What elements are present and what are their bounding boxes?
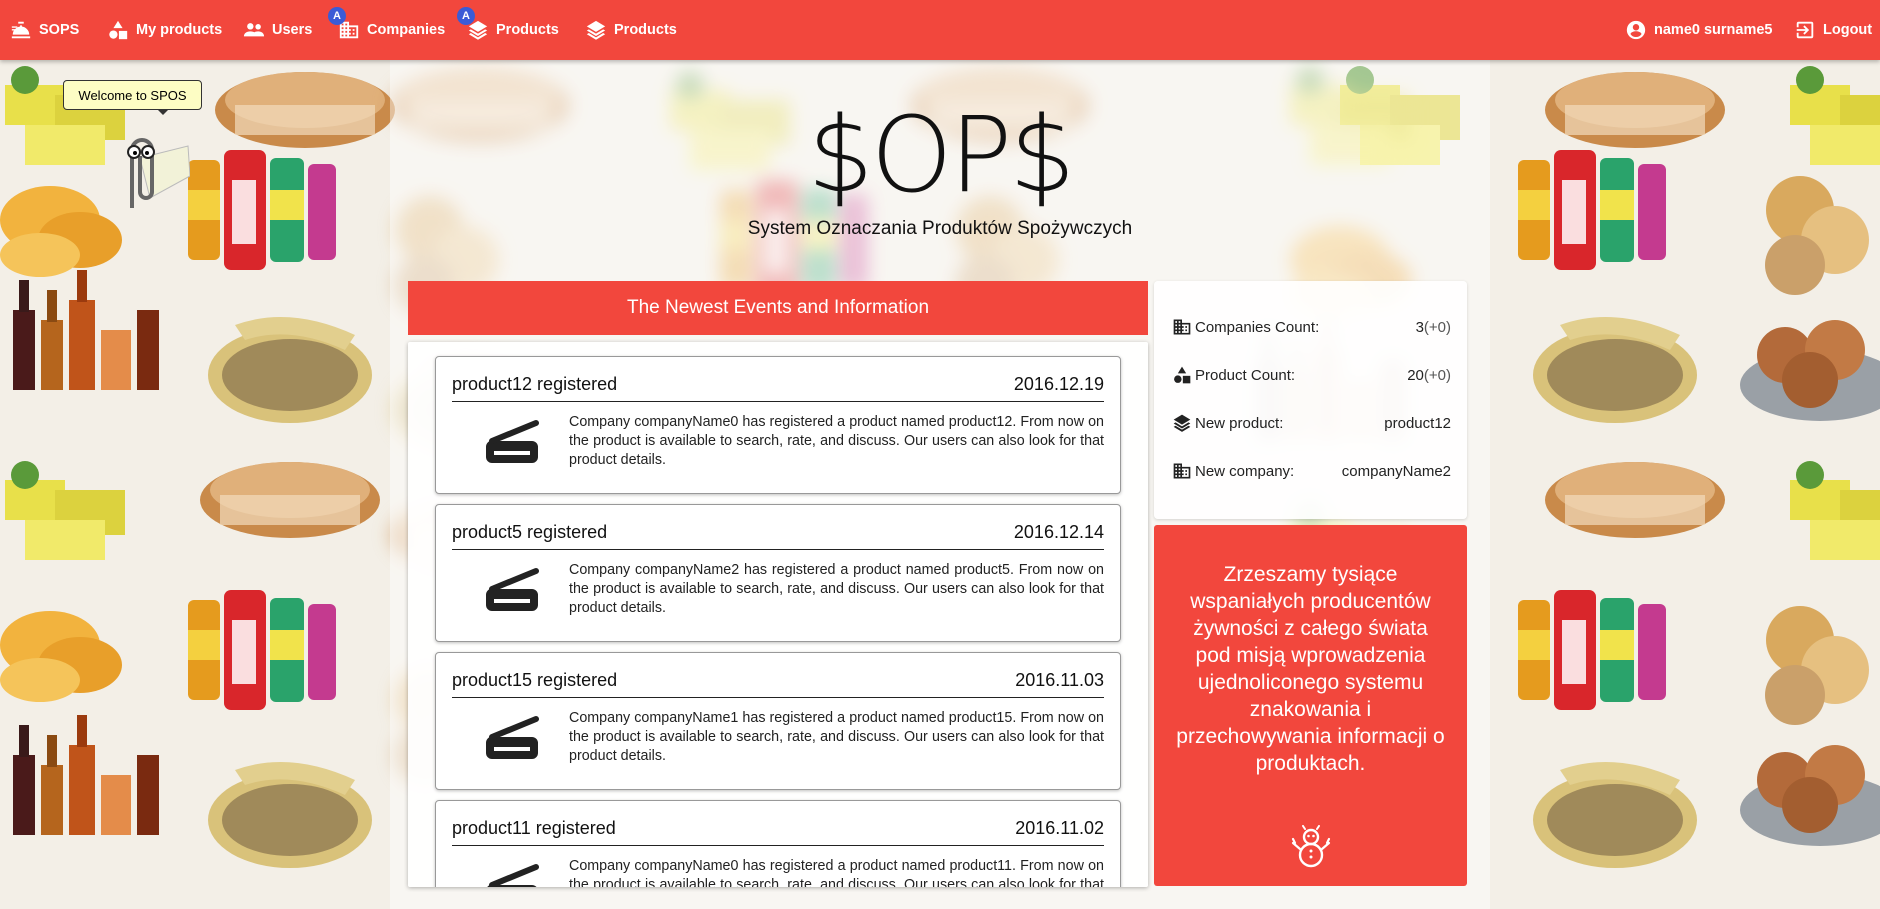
users-icon [243, 23, 265, 37]
event-date: 2016.12.19 [1013, 374, 1104, 394]
page-subtitle: System Oznaczania Produktów Spożywczych [747, 218, 1133, 239]
barcode-scanner-icon [485, 420, 539, 463]
divider [452, 549, 1104, 550]
building-icon [1173, 319, 1191, 335]
event-date: 2016.11.02 [1015, 818, 1104, 838]
event-title: product12 registered [452, 374, 618, 394]
layers-icon [586, 20, 606, 40]
event-card[interactable]: product15 registered 2016.11.03 Company … [435, 652, 1121, 790]
events-header: The Newest Events and Information [408, 281, 1148, 335]
stat-companies-count: Companies Count: 3(+0) [1172, 315, 1451, 339]
event-title: product11 registered [452, 818, 616, 838]
event-card[interactable]: product11 registered 2016.11.02 Company … [435, 800, 1121, 887]
event-text: Company companyName1 has registered a pr… [569, 710, 1104, 764]
divider [452, 401, 1104, 402]
admin-badge: A [328, 7, 346, 25]
nav-users-label: Users [272, 22, 313, 38]
nav-products-admin[interactable]: A Products [457, 7, 559, 45]
stat-value[interactable]: product12 [1384, 415, 1451, 432]
shapes-icon [109, 20, 128, 40]
stat-label: New company: [1195, 462, 1295, 480]
stat-label: Companies Count: [1195, 318, 1320, 336]
stat-new-product: New product: product12 [1172, 411, 1451, 435]
promo-text: Zrzeszamy tysiące wspaniałych producentó… [1176, 563, 1445, 775]
barcode-scanner-icon [485, 716, 539, 759]
event-text: Company companyName0 has registered a pr… [569, 414, 1104, 468]
nav-my-products[interactable]: My products [107, 15, 222, 45]
event-card[interactable]: product5 registered 2016.12.14 Company c… [435, 504, 1121, 642]
snowman-icon [1291, 825, 1331, 868]
account-circle-icon [1626, 20, 1646, 40]
layers-icon [1173, 414, 1191, 432]
event-title: product5 registered [452, 522, 608, 542]
nav-users[interactable]: Users [243, 15, 312, 45]
event-text: Company companyName0 has registered a pr… [569, 858, 1104, 887]
divider [452, 845, 1104, 846]
brand-label: SOPS [39, 22, 80, 38]
event-date: 2016.12.14 [1013, 522, 1104, 542]
paperclip-assistant-icon[interactable] [110, 128, 190, 212]
events-list[interactable]: product12 registered 2016.12.19 Company … [408, 342, 1148, 887]
building-icon [1173, 463, 1191, 479]
stat-label: New product: [1195, 414, 1284, 432]
stat-label: Product Count: [1195, 366, 1296, 384]
stats-panel: Companies Count: 3(+0) Product Count: 20… [1154, 281, 1467, 519]
logout-icon [1796, 21, 1814, 39]
food-tray-icon [11, 21, 31, 39]
assistant-bubble: Welcome to SPOS [63, 80, 202, 115]
stat-value: 20 [1407, 366, 1424, 384]
barcode-scanner-icon [485, 568, 539, 611]
event-date: 2016.11.03 [1015, 670, 1104, 690]
stat-delta: (+0) [1423, 366, 1451, 384]
page-title: $OP$ [807, 94, 1076, 216]
divider [452, 697, 1104, 698]
stat-delta: (+0) [1423, 318, 1451, 336]
nav-products-admin-label: Products [496, 22, 559, 38]
stat-value[interactable]: companyName2 [1342, 463, 1451, 480]
nav-companies-label: Companies [367, 22, 446, 38]
nav-user-profile[interactable]: name0 surname5 [1625, 15, 1772, 45]
nav-brand-sops[interactable]: SOPS [10, 15, 79, 45]
barcode-scanner-icon [487, 864, 539, 887]
logout-label: Logout [1823, 22, 1873, 38]
event-card[interactable]: product12 registered 2016.12.19 Company … [435, 356, 1121, 494]
event-title: product15 registered [452, 670, 618, 690]
nav-products-label: Products [614, 22, 677, 38]
promo-panel: Zrzeszamy tysiące wspaniałych producentó… [1154, 525, 1467, 886]
shapes-icon [1174, 366, 1191, 384]
stat-value: 3 [1415, 318, 1424, 336]
user-name: name0 surname5 [1654, 22, 1773, 38]
event-text: Company companyName2 has registered a pr… [569, 562, 1104, 616]
nav-products[interactable]: Products [585, 15, 677, 45]
stat-new-company: New company: companyName2 [1172, 459, 1451, 483]
nav-companies[interactable]: A Companies [328, 7, 446, 45]
nav-my-products-label: My products [136, 22, 223, 38]
stat-product-count: Product Count: 20(+0) [1172, 363, 1451, 387]
top-navbar: SOPS My products Users A Companies A Pro… [0, 0, 1880, 60]
logout-button[interactable]: Logout [1794, 15, 1872, 45]
admin-badge: A [457, 7, 475, 25]
